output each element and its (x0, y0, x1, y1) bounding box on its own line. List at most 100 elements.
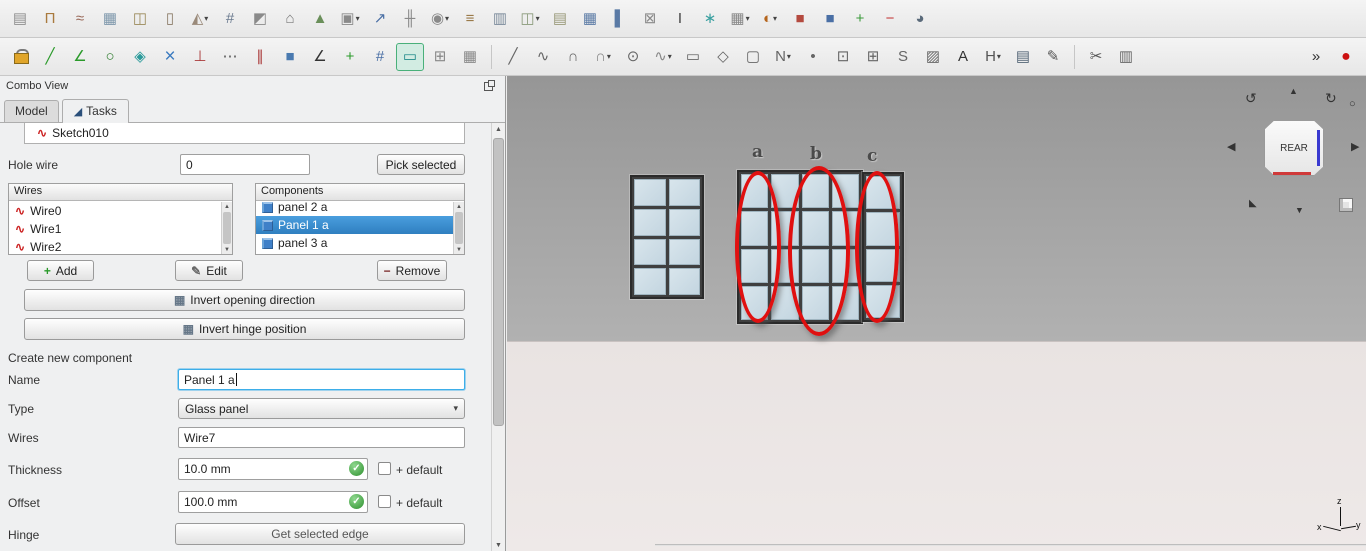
arch-pipe-icon[interactable]: ╫ (396, 5, 424, 33)
scroll-up-icon[interactable]: ▲ (454, 202, 464, 211)
list-item[interactable]: panel 2 a (256, 198, 453, 216)
constraint-parallel-icon[interactable]: ∥ (246, 43, 274, 71)
pick-selected-button[interactable]: Pick selected (377, 154, 465, 175)
sketch-line-icon[interactable]: ╱ (36, 43, 64, 71)
arch-rebar-icon[interactable]: ≈ (66, 5, 94, 33)
create-conic-icon-caret[interactable]: ▾ (668, 52, 672, 61)
float-panel-icon[interactable] (484, 82, 493, 91)
sketch-list-item[interactable]: ∿ Sketch010 (24, 123, 465, 144)
components-list-scrollbar[interactable]: ▲ ▼ (453, 202, 464, 254)
create-arc-icon[interactable]: ∩ (559, 43, 587, 71)
wires-list-scrollbar[interactable]: ▲ ▼ (221, 202, 232, 254)
arch-roof-icon[interactable]: ◭▾ (186, 5, 214, 33)
constraint-add-icon[interactable]: + (336, 43, 364, 71)
create-line-icon[interactable]: ╱ (499, 43, 527, 71)
arch-site-icon[interactable]: ▲ (306, 5, 334, 33)
rotate-right-icon[interactable]: ▶ (1351, 140, 1359, 153)
scrollbar-thumb[interactable] (493, 138, 504, 426)
scroll-up-icon[interactable]: ▲ (492, 123, 505, 135)
arch-pipe-connector-icon[interactable]: ◉▾ (426, 5, 454, 33)
arch-text-icon[interactable]: I (666, 5, 694, 33)
rotate-ccw-icon[interactable]: ↺ (1245, 90, 1257, 107)
record-macro-icon[interactable]: ● (1332, 43, 1360, 71)
nav-circle-icon[interactable]: ○ (1349, 98, 1356, 110)
invert-opening-direction-button[interactable]: ▦ Invert opening direction (24, 289, 465, 311)
thickness-input[interactable]: 10.0 mm ✓ (178, 458, 368, 480)
rename-icon[interactable]: ✎ (1039, 43, 1067, 71)
arch-remove-component-icon[interactable]: ■ (816, 5, 844, 33)
add-button[interactable]: + Add (27, 260, 94, 281)
paste-icon[interactable]: ▥ (1112, 43, 1140, 71)
create-circle-icon[interactable]: ⊙ (619, 43, 647, 71)
constraint-perpendicular-icon[interactable]: ⊥ (186, 43, 214, 71)
list-item[interactable]: ∿Wire1 (9, 220, 221, 238)
constraint-more-icon[interactable]: ⋯ (216, 43, 244, 71)
sketch-circle-icon[interactable]: ○ (96, 43, 124, 71)
arch-section-icon[interactable]: ⊠ (636, 5, 664, 33)
arch-panel-icon[interactable]: ▥ (486, 5, 514, 33)
carbon-copy-icon[interactable]: ⊞ (859, 43, 887, 71)
list-item[interactable]: panel 3 a (256, 234, 453, 252)
dimension-tool-icon-caret[interactable]: ▾ (997, 52, 1001, 61)
nav-corner-bl-icon[interactable]: ◣ (1249, 198, 1257, 209)
arch-add-component-icon[interactable]: ■ (786, 5, 814, 33)
create-polygon-icon[interactable]: ◇ (709, 43, 737, 71)
create-bspline-icon-caret[interactable]: ▾ (787, 52, 791, 61)
remove-button[interactable]: − Remove (377, 260, 447, 281)
sketch-mirror-icon[interactable]: S (889, 43, 917, 71)
arch-frame-icon[interactable]: ◫▾ (516, 5, 544, 33)
offset-default-checkbox[interactable] (378, 495, 391, 508)
list-item[interactable]: ∿Wire2 (9, 238, 221, 254)
arch-panel-tools-icon-caret[interactable]: ▾ (746, 14, 750, 23)
create-arc-variant-icon-caret[interactable]: ▾ (607, 52, 611, 61)
arch-material-icon-caret[interactable]: ▾ (773, 14, 777, 23)
arch-stairs-icon[interactable]: ≡ (456, 5, 484, 33)
create-arc-variant-icon[interactable]: ∩▾ (589, 43, 617, 71)
external-geometry-icon[interactable]: ⊡ (829, 43, 857, 71)
sketch-lock-icon[interactable] (6, 43, 34, 71)
arch-axis-icon[interactable]: # (216, 5, 244, 33)
annotation-icon[interactable]: ▤ (1009, 43, 1037, 71)
arch-equipment-icon[interactable]: ▯ (156, 5, 184, 33)
rotate-left-icon[interactable]: ◀ (1227, 140, 1235, 153)
arch-survey-icon[interactable]: ◕ (906, 5, 934, 33)
arch-wall-icon[interactable]: ▤ (6, 5, 34, 33)
arch-reference-icon[interactable]: ↗ (366, 5, 394, 33)
arch-window-icon[interactable]: ◫ (126, 5, 154, 33)
arch-building-icon[interactable]: ⌂ (276, 5, 304, 33)
arch-subtract-icon[interactable]: − (876, 5, 904, 33)
arch-panel-tools-icon[interactable]: ▦▾ (726, 5, 754, 33)
dimension-tool-icon[interactable]: H▾ (979, 43, 1007, 71)
hole-wire-input[interactable]: 0 (180, 154, 310, 175)
sketch-symmetry-icon[interactable]: ◈ (126, 43, 154, 71)
cut-icon[interactable]: ✂ (1082, 43, 1110, 71)
text-tool-icon[interactable]: A (949, 43, 977, 71)
offset-input[interactable]: 100.0 mm ✓ (178, 491, 368, 513)
name-input[interactable]: Panel 1 a (178, 369, 465, 390)
edit-button[interactable]: ✎ Edit (175, 260, 243, 281)
rotate-down-icon[interactable]: ▲ (1295, 206, 1304, 216)
thickness-default-checkbox[interactable] (378, 462, 391, 475)
wires-list-body[interactable]: ∿Wire0∿Wire1∿Wire2 (9, 202, 221, 254)
create-rectangle-icon[interactable]: ▭ (679, 43, 707, 71)
list-item[interactable]: Panel 1 a (256, 216, 453, 234)
create-point-icon[interactable]: • (799, 43, 827, 71)
arch-frame-icon-caret[interactable]: ▾ (536, 14, 540, 23)
arch-curtain-wall-icon[interactable]: ▦ (96, 5, 124, 33)
scrollbar-thumb[interactable] (223, 212, 231, 244)
constraint-angle-icon[interactable]: ∠ (306, 43, 334, 71)
scrollbar-thumb[interactable] (455, 212, 463, 244)
constraint-block-icon[interactable]: ■ (276, 43, 304, 71)
create-polyline-icon[interactable]: ∿ (529, 43, 557, 71)
arch-material-icon[interactable]: ◐▾ (756, 5, 784, 33)
sketch-grid-icon[interactable]: # (366, 43, 394, 71)
sketch-pattern-icon[interactable]: ▦ (456, 43, 484, 71)
toolbar-overflow-icon[interactable]: » (1302, 43, 1330, 71)
create-bspline-icon[interactable]: N▾ (769, 43, 797, 71)
arch-section-plane-icon[interactable]: ◩ (246, 5, 274, 33)
arch-profile-icon[interactable]: ▌ (606, 5, 634, 33)
navigation-cube[interactable]: REAR (1264, 120, 1324, 176)
arch-schedule-icon[interactable]: ▦ (576, 5, 604, 33)
get-selected-edge-button[interactable]: Get selected edge (175, 523, 465, 545)
arch-project-icon[interactable]: ▣▾ (336, 5, 364, 33)
